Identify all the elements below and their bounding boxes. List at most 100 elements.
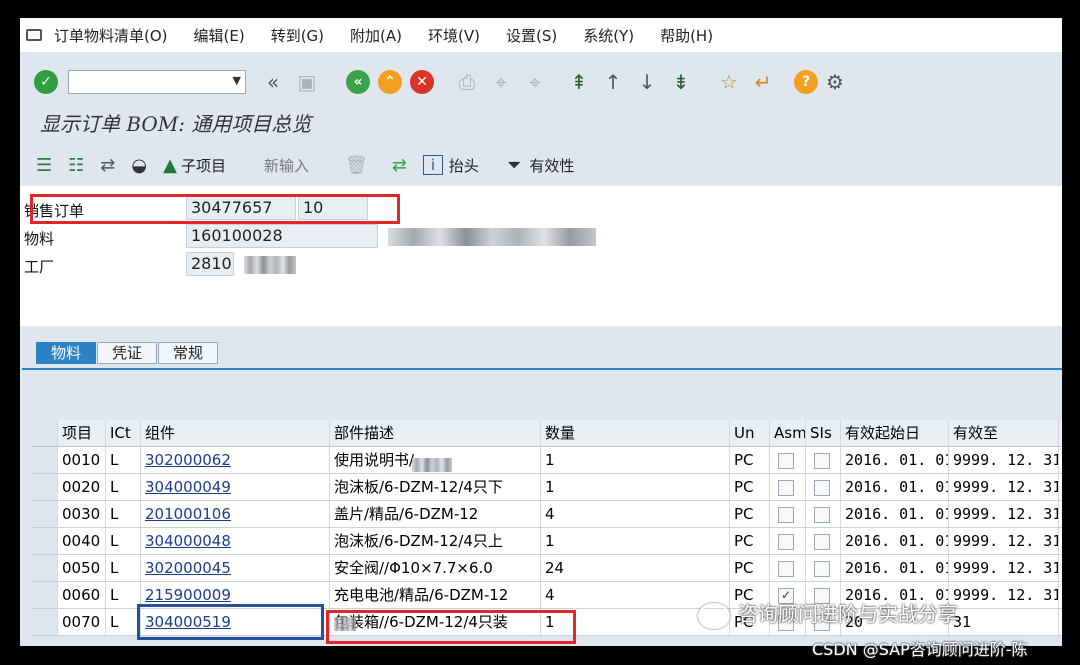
item-category[interactable]: L	[106, 474, 141, 500]
col-description[interactable]: 部件描述	[330, 420, 541, 446]
component-link[interactable]: 302000062	[145, 451, 231, 469]
assembly-checkbox[interactable]	[778, 533, 794, 550]
valid-to[interactable]: 9999. 12. 31	[949, 474, 1059, 500]
component-description[interactable]: 安全阀//Φ10×7.7×6.0	[330, 555, 541, 581]
table-row[interactable]: 0040 L 304000048 泡沫板/6-DZM-12/4只上 1 PC 2016. 0…	[32, 528, 1062, 555]
item-category[interactable]: L	[106, 555, 141, 581]
component-description[interactable]: 盖片/精品/6-DZM-12	[330, 501, 541, 527]
item-number[interactable]: 0060	[58, 582, 106, 608]
create-session-icon[interactable]: ☆	[717, 70, 741, 94]
item-category[interactable]: L	[106, 447, 141, 473]
item-number[interactable]: 0030	[58, 501, 106, 527]
sls-checkbox[interactable]	[814, 533, 830, 550]
validity-button[interactable]: 有效性	[529, 155, 574, 176]
item-category[interactable]: L	[106, 582, 141, 608]
col-valid-from[interactable]: 有效起始日	[841, 420, 949, 446]
refresh-icon[interactable]: ⇄	[392, 155, 407, 176]
assembly-checkbox[interactable]	[778, 506, 794, 523]
valid-from[interactable]: 2016. 01. 01	[841, 474, 949, 500]
component-link[interactable]: 304000048	[145, 532, 231, 550]
unit[interactable]: PC	[730, 447, 770, 473]
cancel-icon[interactable]: ✕	[410, 70, 434, 94]
valid-from[interactable]: 2016. 01. 01	[841, 447, 949, 473]
first-page-icon[interactable]: ⇞	[567, 70, 591, 94]
sub-item-button[interactable]: 子项目	[181, 155, 226, 176]
col-item[interactable]: 项目	[58, 420, 106, 446]
sls-checkbox[interactable]	[814, 452, 830, 469]
assembly-checkbox[interactable]	[778, 479, 794, 496]
sls-checkbox[interactable]	[814, 506, 830, 523]
plant-field[interactable]: 2810	[186, 252, 234, 276]
component-link[interactable]: 201000106	[145, 505, 231, 523]
quantity[interactable]: 1	[541, 528, 730, 554]
transfer-icon[interactable]: ⇄	[100, 155, 115, 176]
row-selector[interactable]	[32, 528, 58, 554]
back-icon[interactable]: «	[346, 70, 370, 94]
menu-order-bom[interactable]: 订单物料清单(O)	[54, 25, 168, 46]
last-page-icon[interactable]: ⇟	[669, 70, 693, 94]
sub-item-icon[interactable]: ▲	[163, 155, 177, 176]
valid-from[interactable]: 2016. 01. 01	[841, 501, 949, 527]
row-selector[interactable]	[32, 474, 58, 500]
expand-icon[interactable]: ☰	[36, 155, 52, 176]
col-valid-to[interactable]: 有效至	[949, 420, 1059, 446]
row-selector[interactable]	[32, 582, 58, 608]
col-component[interactable]: 组件	[141, 420, 330, 446]
valid-to[interactable]: 9999. 12. 31	[949, 582, 1059, 608]
component-link[interactable]: 302000045	[145, 559, 231, 577]
row-selector[interactable]	[32, 501, 58, 527]
next-page-icon[interactable]: ↓	[635, 70, 659, 94]
quantity[interactable]: 1	[541, 474, 730, 500]
collapse-icon[interactable]: «	[261, 70, 285, 94]
header-button[interactable]: 抬头	[449, 155, 479, 176]
sls-checkbox[interactable]	[814, 479, 830, 496]
unit[interactable]: PC	[730, 474, 770, 500]
valid-to[interactable]: 9999. 12. 31	[949, 447, 1059, 473]
col-sls[interactable]: SIs	[806, 420, 841, 446]
col-asm[interactable]: Asm	[770, 420, 806, 446]
command-field[interactable]: ▼	[68, 70, 246, 94]
menu-edit[interactable]: 编辑(E)	[194, 25, 245, 46]
item-category[interactable]: L	[106, 609, 141, 635]
select-all-cell[interactable]	[32, 420, 58, 446]
help-icon[interactable]: ?	[794, 70, 818, 94]
unit[interactable]: PC	[730, 528, 770, 554]
table-row[interactable]: 0010 L 302000062 使用说明书/1 PC 2016. 01. 01 9999.…	[32, 447, 1062, 474]
component-link[interactable]: 304000049	[145, 478, 231, 496]
row-selector[interactable]	[32, 447, 58, 473]
col-unit[interactable]: Un	[730, 420, 770, 446]
tab-document[interactable]: 凭证	[97, 342, 158, 364]
table-row[interactable]: 0020 L 304000049 泡沫板/6-DZM-12/4只下 1 PC 2016. 0…	[32, 474, 1062, 501]
valid-from[interactable]: 2016. 01. 01	[841, 528, 949, 554]
menu-environment[interactable]: 环境(V)	[428, 25, 480, 46]
sls-checkbox[interactable]	[814, 560, 830, 577]
filter-icon[interactable]: ⏷	[507, 155, 521, 176]
gear-icon[interactable]: ⚙	[823, 70, 847, 94]
item-number[interactable]: 0020	[58, 474, 106, 500]
menu-goto[interactable]: 转到(G)	[271, 25, 324, 46]
unit[interactable]: PC	[730, 501, 770, 527]
component-description[interactable]: 泡沫板/6-DZM-12/4只上	[330, 528, 541, 554]
tab-material[interactable]: 物料	[36, 342, 97, 364]
valid-to[interactable]: 9999. 12. 31	[949, 555, 1059, 581]
assembly-checkbox[interactable]	[778, 560, 794, 577]
unit[interactable]: PC	[730, 555, 770, 581]
enter-icon[interactable]: ✓	[34, 70, 58, 94]
component-description[interactable]: 泡沫板/6-DZM-12/4只下	[330, 474, 541, 500]
collapse-list-icon[interactable]: ☷	[68, 155, 84, 176]
item-number[interactable]: 0040	[58, 528, 106, 554]
material-field[interactable]: 160100028	[186, 224, 378, 248]
shortcut-icon[interactable]: ↵	[751, 70, 775, 94]
col-ict[interactable]: ICt	[106, 420, 141, 446]
chevron-down-icon[interactable]: ▼	[233, 74, 241, 87]
previous-page-icon[interactable]: ↑	[601, 70, 625, 94]
item-number[interactable]: 0010	[58, 447, 106, 473]
col-quantity[interactable]: 数量	[541, 420, 730, 446]
valid-to[interactable]: 31	[949, 609, 1059, 635]
menu-help[interactable]: 帮助(H)	[660, 25, 713, 46]
item-category[interactable]: L	[106, 528, 141, 554]
info-icon[interactable]: i	[422, 155, 443, 175]
hat-icon[interactable]: ◒	[131, 155, 147, 176]
tab-general[interactable]: 常规	[158, 342, 219, 364]
valid-to[interactable]: 9999. 12. 31	[949, 501, 1059, 527]
